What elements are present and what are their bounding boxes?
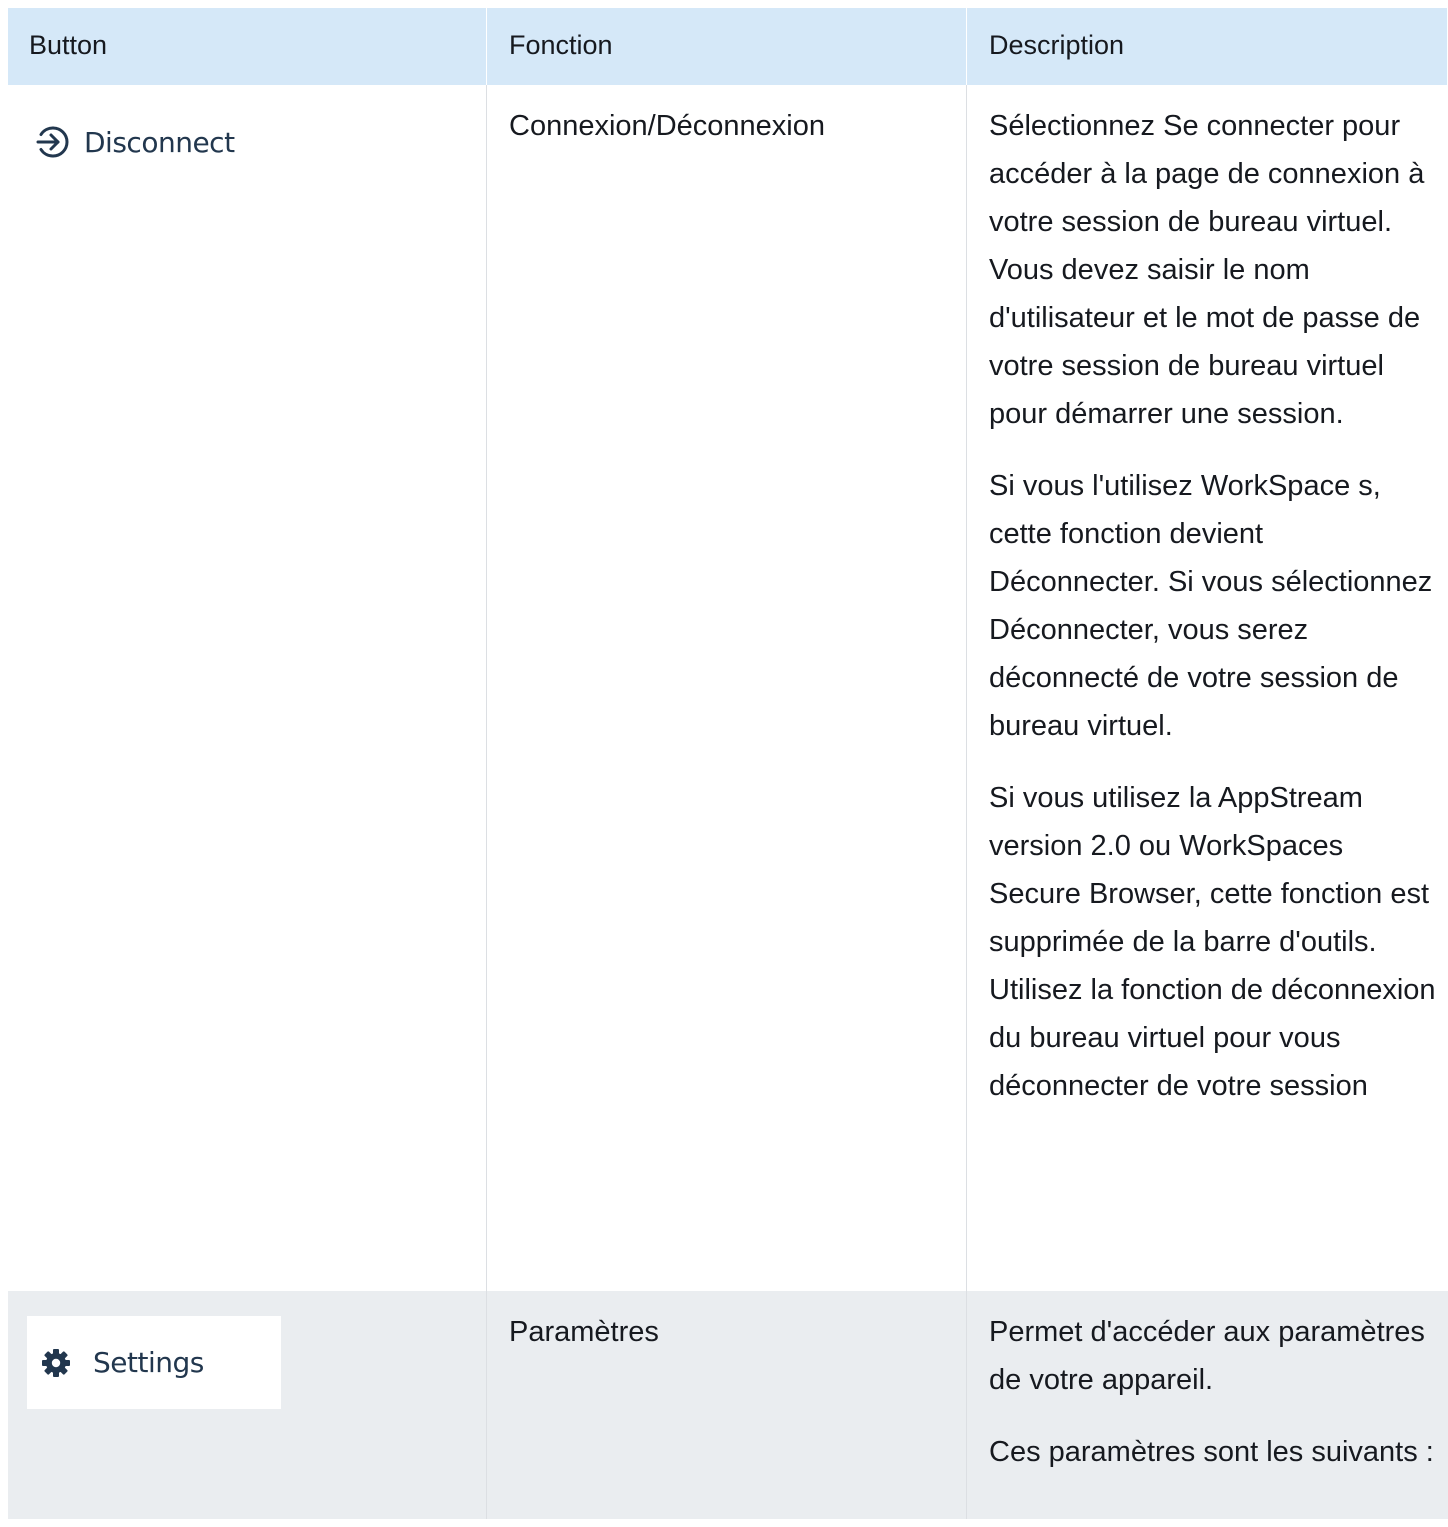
toolbar-functions-table: Button Fonction Description Disconnect C… xyxy=(8,8,1448,1519)
description-cell: Sélectionnez Se connecter pour accéder à… xyxy=(967,85,1448,1291)
sign-in-arrow-icon xyxy=(36,125,70,159)
function-cell: Paramètres xyxy=(487,1291,967,1519)
header-description: Description xyxy=(967,8,1448,85)
button-cell: Disconnect xyxy=(8,85,487,1291)
description-paragraph: Ces paramètres sont les suivants : xyxy=(989,1436,1434,1468)
table-header-row: Button Fonction Description xyxy=(8,8,1448,85)
disconnect-button[interactable]: Disconnect xyxy=(36,122,235,162)
button-cell: Settings xyxy=(8,1291,487,1519)
table-row: Settings Paramètres Permet d'accéder aux… xyxy=(8,1291,1448,1519)
header-button: Button xyxy=(8,8,487,85)
description-paragraph: Si vous l'utilisez WorkSpace s, cette fo… xyxy=(989,470,1433,742)
header-function: Fonction xyxy=(487,8,967,85)
table-row: Disconnect Connexion/Déconnexion Sélecti… xyxy=(8,85,1448,1291)
description-paragraph: Sélectionnez Se connecter pour accéder à… xyxy=(989,110,1425,430)
settings-button-label: Settings xyxy=(93,1346,204,1379)
description-paragraph: Permet d'accéder aux paramètres de votre… xyxy=(989,1316,1425,1396)
settings-button[interactable]: Settings xyxy=(27,1316,281,1409)
gear-icon xyxy=(41,1348,71,1378)
function-cell: Connexion/Déconnexion xyxy=(487,85,967,1291)
description-paragraph: Si vous utilisez la AppStream version 2.… xyxy=(989,782,1436,1102)
description-cell: Permet d'accéder aux paramètres de votre… xyxy=(967,1291,1448,1519)
disconnect-button-label: Disconnect xyxy=(84,125,235,159)
